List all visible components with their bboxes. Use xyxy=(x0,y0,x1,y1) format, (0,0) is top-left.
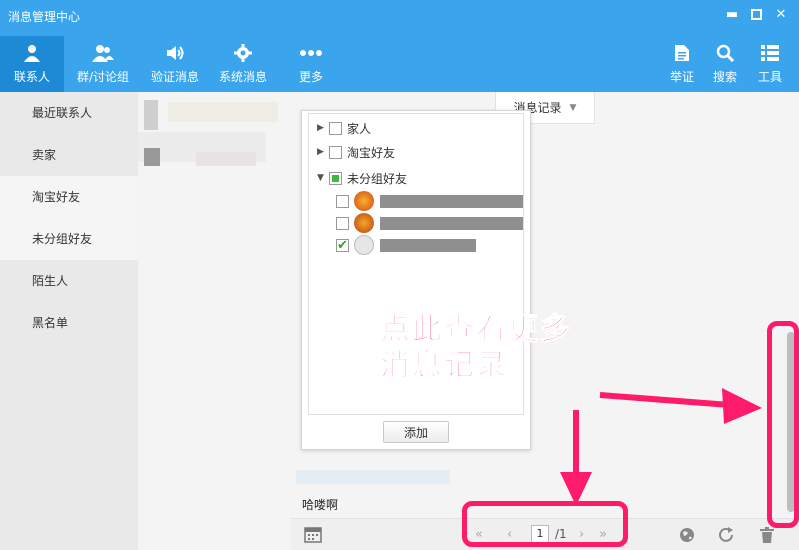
member-checkbox[interactable] xyxy=(336,216,349,230)
list-icon xyxy=(761,42,779,64)
group-row-taobao-friends[interactable]: ▶ 淘宝好友 xyxy=(317,142,395,162)
avatar xyxy=(354,191,374,211)
tab-label: 更多 xyxy=(298,70,323,84)
message-text: 哈喽啊 xyxy=(302,498,339,512)
group-label: 淘宝好友 xyxy=(347,145,396,160)
blurred-contact xyxy=(144,148,160,166)
annotation-text: 点此查看更多 消息记录 xyxy=(380,312,572,384)
tab-label: 举证 xyxy=(669,70,694,84)
sidebar-item-blacklist[interactable]: 黑名单 xyxy=(0,302,138,344)
sidebar-item-recent[interactable]: 最近联系人 xyxy=(0,92,138,134)
member-row[interactable] xyxy=(336,212,523,234)
globe-icon[interactable] xyxy=(677,525,697,545)
annotation-highlight-scrollbar xyxy=(767,321,799,528)
sidebar-item-ungrouped[interactable]: 未分组好友 xyxy=(0,218,138,260)
more-icon xyxy=(299,42,323,64)
contact-category-sidebar: 最近联系人 卖家 淘宝好友 未分组好友 陌生人 黑名单 xyxy=(0,92,138,550)
tab-label: 搜索 xyxy=(712,70,737,84)
group-row-ungrouped[interactable]: ▼ 未分组好友 xyxy=(317,168,407,188)
blurred-contact xyxy=(196,152,256,166)
group-checkbox[interactable] xyxy=(329,145,342,159)
group-label: 未分组好友 xyxy=(347,171,408,186)
expand-arrow-icon[interactable]: ▶ xyxy=(317,147,329,157)
refresh-icon[interactable] xyxy=(717,525,737,545)
blurred-sender xyxy=(296,470,450,484)
tab-groups[interactable]: 群/讨论组 xyxy=(70,36,136,92)
blurred-contact xyxy=(168,102,278,122)
maximize-button[interactable] xyxy=(746,4,766,24)
annotation-line: 点此查看更多 xyxy=(380,312,572,348)
blurred-member-name xyxy=(380,238,476,252)
member-checkbox[interactable]: ✔ xyxy=(336,238,349,253)
gear-icon xyxy=(234,42,252,64)
window-title: 消息管理中心 xyxy=(8,10,81,24)
group-icon xyxy=(92,42,114,64)
tab-system-messages[interactable]: 系统消息 xyxy=(214,36,272,92)
annotation-highlight-pager xyxy=(462,501,628,547)
blurred-member-name xyxy=(380,216,523,230)
trash-icon[interactable] xyxy=(757,525,777,545)
sidebar-item-strangers[interactable]: 陌生人 xyxy=(0,260,138,302)
tools-button[interactable]: 工具 xyxy=(752,36,788,92)
member-checkbox[interactable] xyxy=(336,194,349,208)
avatar xyxy=(354,235,374,255)
avatar xyxy=(354,213,374,233)
group-checkbox[interactable] xyxy=(329,171,342,185)
person-icon xyxy=(23,42,41,64)
group-checkbox[interactable] xyxy=(329,121,342,135)
speaker-icon xyxy=(165,42,185,64)
search-button[interactable]: 搜索 xyxy=(707,36,743,92)
caret-down-icon: ▼ xyxy=(569,102,577,113)
document-icon xyxy=(674,42,690,64)
sidebar-item-taobao-friends[interactable]: 淘宝好友 xyxy=(0,176,138,218)
add-button[interactable]: 添加 xyxy=(383,421,449,443)
blurred-member-name xyxy=(380,194,523,208)
search-icon xyxy=(716,42,734,64)
group-picker-popup: ▶ 家人 ▶ 淘宝好友 ▼ 未分组好友 ✔ 添加 xyxy=(301,110,531,450)
tab-verify-messages[interactable]: 验证消息 xyxy=(146,36,204,92)
blurred-contact[interactable] xyxy=(144,100,158,130)
calendar-icon[interactable] xyxy=(303,525,323,545)
tab-label: 联系人 xyxy=(13,70,50,84)
tab-label: 工具 xyxy=(757,70,782,84)
tab-more[interactable]: 更多 xyxy=(292,36,330,92)
tab-label: 群/讨论组 xyxy=(76,70,130,84)
tab-contacts[interactable]: 联系人 xyxy=(0,36,64,92)
tab-label: 系统消息 xyxy=(218,70,267,84)
contact-list xyxy=(138,92,291,550)
report-button[interactable]: 举证 xyxy=(664,36,700,92)
member-row[interactable]: ✔ xyxy=(336,234,476,256)
annotation-line: 消息记录 xyxy=(380,348,508,384)
collapse-arrow-icon[interactable]: ▼ xyxy=(317,173,329,183)
minimize-button[interactable]: ▬ xyxy=(722,4,742,24)
maximize-icon xyxy=(750,8,762,20)
tab-label: 验证消息 xyxy=(150,70,199,84)
top-toolbar: 消息管理中心 ▬ ✕ 联系人 群/讨论组 验证消息 系统消息 更多 举证 搜索 … xyxy=(0,0,799,92)
member-row[interactable] xyxy=(336,190,523,212)
close-button[interactable]: ✕ xyxy=(771,4,791,24)
group-row-family[interactable]: ▶ 家人 xyxy=(317,118,371,138)
expand-arrow-icon[interactable]: ▶ xyxy=(317,123,329,133)
sidebar-item-sellers[interactable]: 卖家 xyxy=(0,134,138,176)
group-label: 家人 xyxy=(347,121,372,136)
